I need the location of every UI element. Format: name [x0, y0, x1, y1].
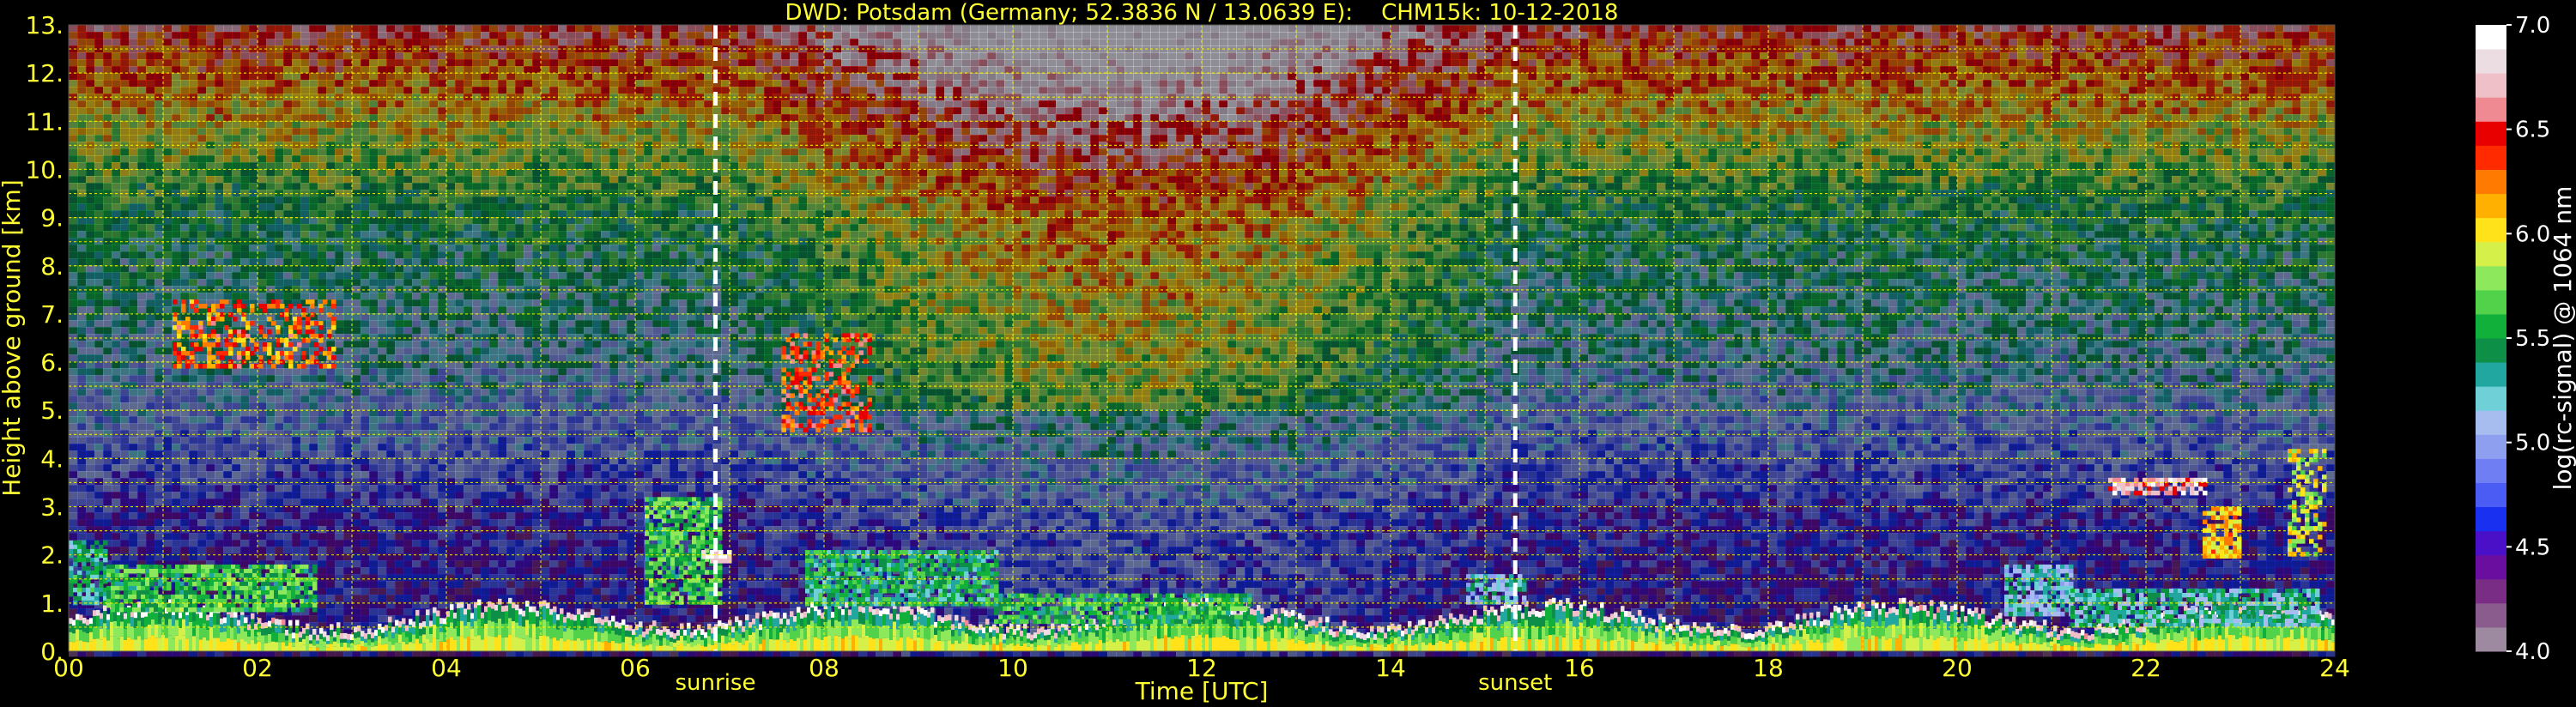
- colorbar-segment: [2476, 73, 2506, 98]
- colorbar-segment: [2476, 145, 2506, 170]
- y-tick-label: 5.: [40, 396, 64, 425]
- colorbar-segment: [2476, 362, 2506, 387]
- colorbar-tick-label: 7.0: [2515, 13, 2550, 39]
- x-tick-label: 22: [2131, 654, 2161, 682]
- colorbar-segment: [2476, 218, 2506, 243]
- x-tick-label: 18: [1753, 654, 1784, 682]
- sunset-label: sunset: [1478, 670, 1552, 696]
- colorbar-segment: [2476, 194, 2506, 219]
- colorbar-segment: [2476, 169, 2506, 194]
- y-tick-label: 7.: [40, 300, 64, 329]
- colorbar-tick-label: 4.5: [2515, 535, 2550, 560]
- colorbar-segment: [2476, 507, 2506, 532]
- colorbar-segment: [2476, 290, 2506, 315]
- y-tick-label: 9.: [40, 204, 64, 233]
- x-tick-label: 04: [431, 654, 462, 682]
- colorbar-tick-label: 4.0: [2515, 639, 2550, 665]
- x-tick-label: 08: [809, 654, 839, 682]
- colorbar-segment: [2476, 579, 2506, 604]
- chart-title: DWD: Potsdam (Germany; 52.3836 N / 13.06…: [785, 0, 1619, 26]
- colorbar-segment: [2476, 458, 2506, 483]
- colorbar-segment: [2476, 482, 2506, 507]
- colorbar-segment: [2476, 434, 2506, 459]
- colorbar-segment: [2476, 603, 2506, 628]
- y-tick-label: 8.: [40, 252, 64, 281]
- lidar-chart: sunrise sunset 00 02 04 06 08 10 12 14 16 18 20 22 24…: [0, 0, 2576, 707]
- x-tick-label: 06: [620, 654, 651, 682]
- y-tick-label: 13.: [25, 11, 64, 39]
- colorbar-segment: [2476, 49, 2506, 74]
- colorbar-segment: [2476, 555, 2506, 580]
- colorbar-segment: [2476, 25, 2506, 50]
- x-tick-label: 24: [2319, 654, 2350, 682]
- colorbar-segment: [2476, 266, 2506, 291]
- colorbar-segment: [2476, 121, 2506, 146]
- colorbar-tick-label: 6.5: [2515, 118, 2550, 143]
- colorbar-segment: [2476, 627, 2506, 652]
- colorbar-segment: [2476, 97, 2506, 122]
- colorbar-segment: [2476, 386, 2506, 411]
- y-tick-label: 2.: [40, 541, 64, 570]
- x-tick-label: 20: [1942, 654, 1973, 682]
- colorbar-segment: [2476, 410, 2506, 435]
- colorbar-segment: [2476, 242, 2506, 267]
- y-tick-label: 1.: [40, 589, 64, 618]
- y-tick-label: 4.: [40, 444, 64, 473]
- colorbar-tick-label: 5.5: [2515, 326, 2550, 352]
- y-tick-label: 3.: [40, 493, 64, 522]
- x-tick-label: 02: [242, 654, 273, 682]
- x-tick-label: 16: [1564, 654, 1595, 682]
- y-tick-label: 0.: [40, 638, 64, 666]
- y-axis-label: Height above ground [km]: [0, 179, 26, 497]
- colorbar-segment: [2476, 314, 2506, 339]
- colorbar-segment: [2476, 338, 2506, 363]
- x-axis-label: Time [UTC]: [1135, 677, 1269, 705]
- y-tick-label: 6.: [40, 348, 64, 377]
- colorbar-segment: [2476, 531, 2506, 556]
- colorbar-label: log(rc-signal) @ 1064 nm: [2549, 186, 2576, 491]
- colorbar-tick-label: 6.0: [2515, 221, 2550, 247]
- y-tick-label: 10.: [25, 155, 64, 184]
- y-tick-label: 11.: [25, 107, 64, 136]
- y-tick-label: 12.: [25, 59, 64, 88]
- colorbar-tick-label: 5.0: [2515, 431, 2550, 456]
- sunrise-label: sunrise: [676, 670, 756, 696]
- x-tick-label: 14: [1375, 654, 1406, 682]
- x-tick-label: 10: [997, 654, 1028, 682]
